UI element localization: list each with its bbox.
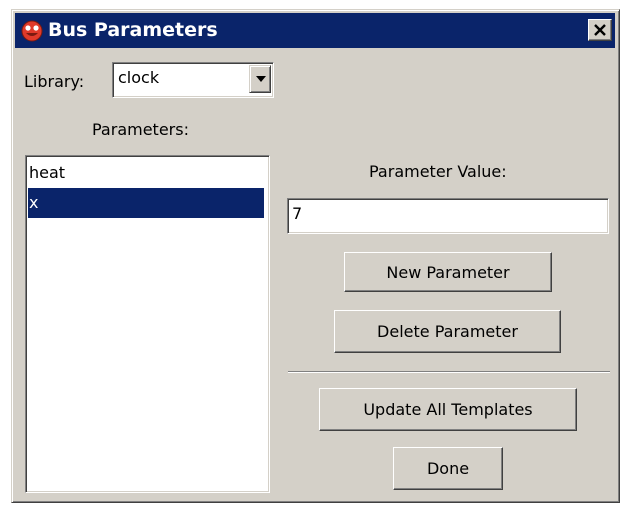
list-item[interactable]: x <box>28 188 264 218</box>
update-all-templates-button[interactable]: Update All Templates <box>319 388 577 431</box>
chevron-down-icon <box>256 76 266 82</box>
delete-parameter-button[interactable]: Delete Parameter <box>334 310 561 353</box>
library-label: Library: <box>24 72 85 91</box>
parameter-value-input[interactable]: 7 <box>287 198 609 234</box>
parameter-value-text: 7 <box>292 204 303 223</box>
library-select[interactable]: clock <box>112 62 274 98</box>
app-icon <box>20 20 44 42</box>
parameters-label: Parameters: <box>92 120 189 139</box>
separator <box>288 371 610 373</box>
parameters-list[interactable]: heat x <box>25 155 270 493</box>
close-button[interactable] <box>588 19 612 41</box>
close-icon <box>594 24 606 36</box>
list-item[interactable]: heat <box>28 158 264 188</box>
title-bar[interactable]: Bus Parameters <box>15 13 615 48</box>
done-button[interactable]: Done <box>393 447 503 490</box>
library-dropdown-button[interactable] <box>249 65 271 93</box>
library-selected-value: clock <box>118 68 160 87</box>
window-title: Bus Parameters <box>48 19 218 41</box>
new-parameter-button[interactable]: New Parameter <box>344 252 552 292</box>
parameter-value-label: Parameter Value: <box>369 162 507 181</box>
bus-parameters-dialog: Bus Parameters Library: clock Parameters… <box>11 9 620 503</box>
